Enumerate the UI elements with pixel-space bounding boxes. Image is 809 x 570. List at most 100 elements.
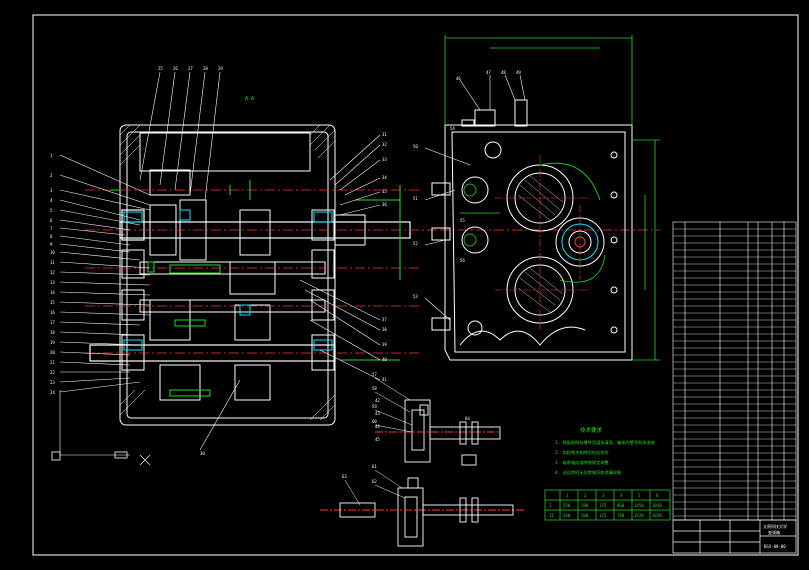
svg-text:37: 37 — [382, 317, 387, 322]
green-dimensions-left — [110, 180, 401, 397]
svg-text:8: 8 — [50, 234, 53, 239]
svg-text:27: 27 — [188, 66, 193, 71]
svg-text:32: 32 — [382, 142, 387, 147]
table-cell: 1420 — [634, 513, 644, 518]
table-cell: 1450 — [634, 503, 644, 508]
svg-text:33: 33 — [382, 157, 387, 162]
svg-text:25: 25 — [158, 66, 163, 71]
table-header: 5 — [638, 493, 641, 498]
table-header: 3 — [602, 493, 605, 498]
svg-text:44: 44 — [375, 424, 380, 429]
detail-view-upper — [375, 399, 501, 466]
table-header: 2 — [584, 493, 587, 498]
svg-text:58: 58 — [372, 386, 377, 391]
svg-text:31: 31 — [382, 132, 387, 137]
svg-text:60: 60 — [372, 419, 377, 424]
svg-text:28: 28 — [203, 66, 208, 71]
table-cell: II — [549, 513, 554, 518]
svg-text:1: 1 — [50, 153, 53, 158]
centerlines — [85, 189, 660, 354]
cyan-bearings — [123, 209, 333, 351]
svg-text:24: 24 — [50, 390, 55, 395]
speed-table-text: 1 2 3 4 5 6 I 550 280 175 860 1450 1010 … — [549, 493, 662, 518]
svg-text:35: 35 — [382, 189, 387, 194]
datum-box — [51, 451, 61, 461]
svg-text:20: 20 — [50, 350, 55, 355]
svg-text:64: 64 — [465, 416, 470, 421]
title-drawing-name: 变速箱 — [768, 529, 780, 535]
detail-labels: 57 58 59 60 61 62 63 64 — [342, 372, 470, 484]
title-drawing-number: BSX-00-00 — [764, 544, 786, 549]
svg-text:40: 40 — [382, 357, 387, 362]
tech-req-item: 1. 装配前所有零件用煤油清洗，箱体内壁涂耐油油漆 — [555, 439, 655, 446]
svg-text:59: 59 — [372, 404, 377, 409]
table-cell: 780 — [617, 513, 625, 518]
svg-text:21: 21 — [50, 360, 55, 365]
svg-text:22: 22 — [50, 370, 55, 375]
table-cell: 860 — [617, 503, 625, 508]
bom-rows — [673, 228, 796, 517]
svg-text:49: 49 — [516, 70, 521, 75]
tech-req-title: 技术要求 — [580, 426, 603, 434]
svg-text:29: 29 — [218, 66, 223, 71]
svg-text:63: 63 — [342, 474, 347, 479]
cad-drawing-canvas: 1 2 3 4 5 6 7 8 9 10 11 12 13 14 15 16 1… — [32, 14, 799, 556]
svg-text:17: 17 — [50, 320, 55, 325]
svg-text:47: 47 — [486, 70, 491, 75]
svg-text:36: 36 — [382, 202, 387, 207]
svg-text:3: 3 — [50, 188, 53, 193]
svg-text:34: 34 — [382, 175, 387, 180]
svg-text:12: 12 — [50, 270, 55, 275]
svg-text:19: 19 — [50, 340, 55, 345]
table-header: 6 — [656, 493, 659, 498]
svg-text:2: 2 — [50, 173, 53, 178]
svg-text:38: 38 — [382, 327, 387, 332]
svg-text:39: 39 — [382, 342, 387, 347]
svg-text:53: 53 — [413, 294, 418, 299]
svg-text:54: 54 — [450, 126, 455, 131]
table-header: 1 — [566, 493, 569, 498]
svg-text:11: 11 — [50, 260, 55, 265]
detail-view-lower — [320, 477, 525, 547]
svg-text:7: 7 — [50, 226, 53, 231]
bill-of-materials — [672, 221, 797, 521]
tech-req-item: 3. 轴承轴向游隙按规定调整 — [555, 459, 609, 466]
svg-text:56: 56 — [460, 258, 465, 263]
table-cell: 240 — [563, 513, 571, 518]
view-label: A-A — [245, 96, 254, 102]
title-school: 太原科技大学 — [763, 523, 787, 529]
svg-text:9: 9 — [50, 242, 53, 247]
svg-text:42: 42 — [375, 398, 380, 403]
svg-text:61: 61 — [372, 464, 377, 469]
table-cell: 200 — [581, 513, 589, 518]
red-centerlines-right — [495, 155, 590, 330]
svg-text:6: 6 — [50, 218, 53, 223]
svg-text:5: 5 — [50, 208, 53, 213]
svg-text:45: 45 — [375, 437, 380, 442]
svg-text:15: 15 — [50, 300, 55, 305]
svg-text:4: 4 — [50, 198, 53, 203]
table-cell: 175 — [599, 503, 607, 508]
svg-text:62: 62 — [372, 479, 377, 484]
svg-text:41: 41 — [382, 377, 387, 382]
svg-text:13: 13 — [50, 280, 55, 285]
svg-text:16: 16 — [50, 310, 55, 315]
table-cell: 1020 — [652, 513, 662, 518]
table-cell: 1010 — [652, 503, 662, 508]
svg-text:55: 55 — [460, 218, 465, 223]
leader-lines-left — [59, 71, 241, 466]
section-view-gearbox — [89, 124, 411, 426]
svg-text:30: 30 — [200, 451, 205, 456]
svg-text:48: 48 — [501, 70, 506, 75]
svg-text:52: 52 — [413, 241, 418, 246]
tech-req-item: 4. 试运转时无异常噪声和渗漏现象 — [555, 469, 621, 476]
svg-text:51: 51 — [413, 196, 418, 201]
svg-text:50: 50 — [413, 144, 418, 149]
table-cell: 280 — [581, 503, 589, 508]
svg-text:10: 10 — [50, 250, 55, 255]
table-cell: 550 — [563, 503, 571, 508]
table-cell: I — [549, 503, 552, 508]
svg-text:14: 14 — [50, 290, 55, 295]
svg-text:46: 46 — [456, 76, 461, 81]
technical-requirements: 技术要求 1. 装配前所有零件用煤油清洗，箱体内壁涂耐油油漆 2. 齿轮啮合侧隙… — [555, 426, 655, 476]
